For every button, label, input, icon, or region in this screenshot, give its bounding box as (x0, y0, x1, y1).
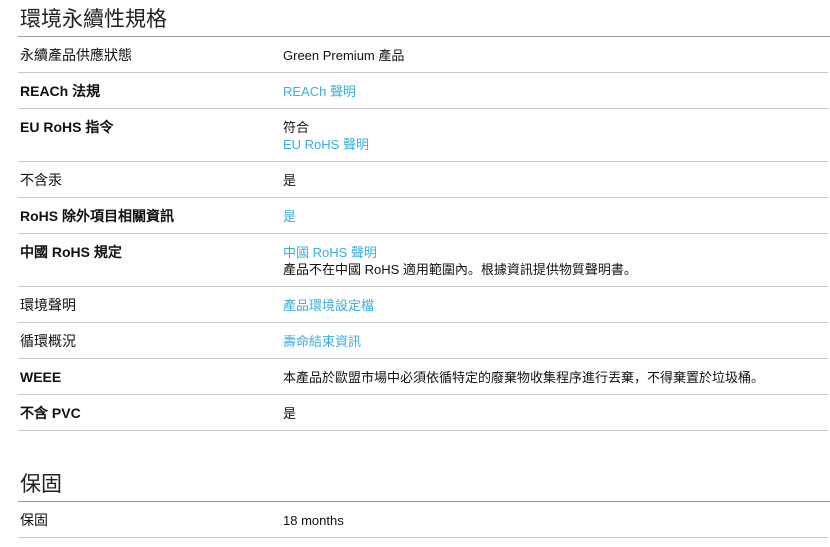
china-rohs-declaration-link[interactable]: 中國 RoHS 聲明 (283, 244, 637, 261)
section-title-sustainability: 環境永續性規格 (18, 0, 830, 37)
spec-label: 循環概況 (20, 333, 76, 349)
spec-label: REACh 法規 (20, 83, 101, 99)
spec-label: 不含 PVC (20, 405, 81, 421)
spec-value: 產品不在中國 RoHS 適用範圍內。根據資訊提供物質聲明書。 (283, 262, 637, 277)
end-of-life-info-link[interactable]: 壽命結束資訊 (283, 334, 361, 349)
spec-value: Green Premium 產品 (283, 48, 405, 63)
spec-row-circularity: 循環概況 壽命結束資訊 (18, 323, 828, 359)
spec-value: 本產品於歐盟市場中必須依循特定的廢棄物收集程序進行丟棄，不得棄置於垃圾桶。 (283, 370, 765, 385)
section-title-warranty: 保固 (18, 465, 830, 502)
rohs-exemption-link[interactable]: 是 (283, 209, 296, 224)
spec-row-mercury: 不含汞 是 (18, 162, 828, 198)
spec-page: 環境永續性規格 永續產品供應狀態 Green Premium 產品 REACh … (0, 0, 830, 538)
eu-rohs-declaration-link[interactable]: EU RoHS 聲明 (283, 136, 369, 153)
spec-label: RoHS 除外項目相關資訊 (20, 208, 174, 224)
spec-label: WEEE (20, 369, 62, 385)
spec-row-rohs-exemption: RoHS 除外項目相關資訊 是 (18, 198, 828, 234)
spec-row-reach: REACh 法規 REACh 聲明 (18, 73, 828, 109)
spec-row-pvc: 不含 PVC 是 (18, 395, 828, 431)
spec-label: EU RoHS 指令 (20, 119, 114, 135)
spec-row-warranty: 保固 18 months (18, 502, 828, 538)
spec-row-weee: WEEE 本產品於歐盟市場中必須依循特定的廢棄物收集程序進行丟棄，不得棄置於垃圾… (18, 359, 828, 395)
spec-row-eu-rohs: EU RoHS 指令 符合 EU RoHS 聲明 (18, 109, 828, 162)
spec-label: 保固 (20, 512, 48, 528)
spec-label: 中國 RoHS 規定 (20, 244, 122, 260)
spec-label: 永續產品供應狀態 (20, 47, 132, 63)
spec-value: 符合 (283, 120, 310, 135)
spec-label: 不含汞 (20, 172, 62, 188)
spec-value: 18 months (283, 513, 344, 528)
product-environmental-profile-link[interactable]: 產品環境設定檔 (283, 298, 374, 313)
spec-label: 環境聲明 (20, 297, 76, 313)
spec-row-green-premium: 永續產品供應狀態 Green Premium 產品 (18, 37, 828, 73)
spec-value: 是 (283, 406, 297, 421)
spec-row-china-rohs: 中國 RoHS 規定 中國 RoHS 聲明 產品不在中國 RoHS 適用範圍內。… (18, 234, 828, 287)
reach-declaration-link[interactable]: REACh 聲明 (283, 84, 356, 99)
spec-row-env-disclosure: 環境聲明 產品環境設定檔 (18, 287, 828, 323)
spec-value: 是 (283, 173, 297, 188)
